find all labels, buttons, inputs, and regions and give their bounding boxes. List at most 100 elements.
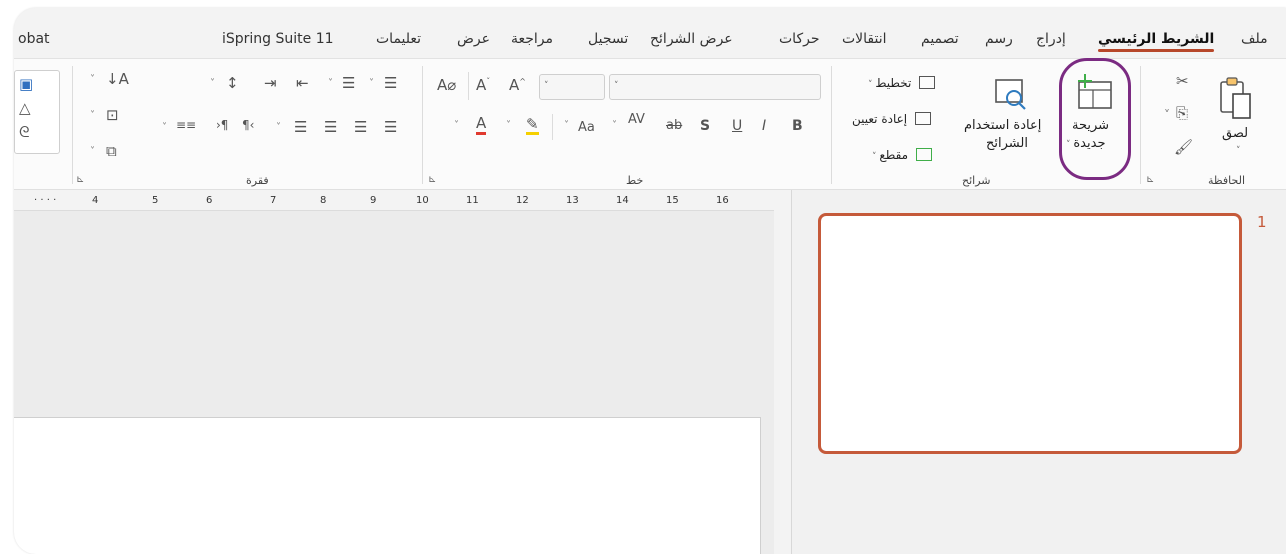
font-color-icon[interactable]: A — [476, 114, 487, 135]
paste-dropdown-chevron-icon[interactable]: ˅ — [1236, 146, 1241, 156]
font-name-chevron-icon: ˅ — [614, 81, 619, 91]
reuse-slides-button[interactable] — [992, 76, 1030, 116]
new-slide-highlight-ring — [1059, 58, 1131, 180]
tab-design[interactable]: تصميم — [921, 30, 959, 48]
cut-icon[interactable]: ✂ — [1176, 72, 1189, 90]
bold-icon[interactable]: B — [792, 118, 803, 134]
horizontal-ruler: 16 15 14 13 12 11 10 9 8 7 6 5 4 · · · · — [14, 190, 774, 211]
increase-font-size-icon[interactable]: A^ — [509, 76, 526, 94]
tab-animations[interactable]: حركات — [779, 30, 820, 48]
numbering-chevron-icon[interactable]: ˅ — [328, 78, 333, 89]
group-separator — [831, 66, 832, 184]
tab-acrobat[interactable]: obat — [18, 30, 50, 48]
tab-slide-show[interactable]: عرض الشرائح — [650, 30, 733, 48]
justify-icon[interactable]: ☰ — [294, 118, 307, 136]
increase-indent-icon[interactable]: ⇥ — [264, 74, 277, 92]
layout-icon — [919, 76, 936, 89]
paragraph-group-label: فقرة — [246, 174, 269, 187]
tab-file[interactable]: ملف — [1241, 30, 1268, 48]
italic-icon[interactable]: I — [762, 118, 766, 134]
highlight-color-icon[interactable]: ✎ — [526, 116, 539, 135]
text-direction-icon[interactable]: ↓A — [106, 70, 129, 88]
change-case-chevron-icon[interactable]: ˅ — [564, 120, 569, 131]
copy-icon[interactable]: ⎘ — [1176, 104, 1188, 122]
bullets-icon[interactable]: ☰ — [384, 74, 397, 92]
reuse-slides-label-line2: الشرائح — [986, 136, 1028, 151]
section-button[interactable]: ˅ مقطع — [872, 144, 933, 162]
character-spacing-icon[interactable]: AV — [628, 112, 645, 127]
freeform-shape-icon: ᘓ — [19, 123, 30, 141]
ruler-tick: 6 — [206, 195, 213, 206]
copy-dropdown-icon[interactable]: ˅ — [1164, 108, 1170, 122]
ruler-tick: 14 — [616, 195, 629, 206]
slide-thumbnail-number: 1 — [1257, 213, 1267, 231]
tab-transitions[interactable]: انتقالات — [842, 30, 887, 48]
layout-button[interactable]: ˅ تخطيط — [868, 72, 936, 90]
font-launcher-icon[interactable]: ⊾ — [428, 174, 436, 185]
reuse-slides-label-line1: إعادة استخدام — [964, 118, 1042, 133]
text-direction-chevron-icon[interactable]: ˅ — [90, 74, 95, 85]
ruler-tick: 11 — [466, 195, 479, 206]
clipboard-launcher-icon[interactable]: ⊾ — [1146, 174, 1154, 185]
tab-view[interactable]: عرض — [457, 30, 490, 48]
highlight-color-chevron-icon[interactable]: ˅ — [506, 120, 511, 131]
align-right-icon[interactable]: ☰ — [324, 118, 337, 136]
group-separator — [72, 66, 73, 184]
ruler-tick: 10 — [416, 195, 429, 206]
group-separator — [468, 72, 469, 100]
text-box-icon: ▣ — [19, 75, 34, 93]
ruler-tick: 4 — [92, 195, 99, 206]
align-left-icon[interactable]: ☰ — [384, 118, 397, 136]
font-color-chevron-icon[interactable]: ˅ — [454, 120, 459, 131]
bullets-chevron-icon[interactable]: ˅ — [369, 78, 374, 89]
shapes-gallery[interactable]: ▣ △ ᘓ — [14, 70, 60, 154]
line-spacing-icon[interactable]: ↕ — [226, 74, 239, 92]
font-group-label: خط — [626, 174, 644, 187]
tab-draw[interactable]: رسم — [985, 30, 1013, 48]
ruler-tick: 8 — [320, 195, 327, 206]
underline-icon[interactable]: U — [732, 118, 742, 134]
paste-icon — [1220, 77, 1251, 119]
character-spacing-chevron-icon[interactable]: ˅ — [612, 120, 617, 131]
ribbon-tab-bar: ملف الشريط الرئيسي إدراج رسم تصميم انتقا… — [14, 8, 1286, 60]
font-name-combo[interactable]: ˅ — [609, 74, 821, 100]
section-icon — [916, 148, 933, 161]
format-painter-icon[interactable]: 🖌 — [1174, 138, 1193, 156]
change-case-icon[interactable]: Aa — [578, 120, 595, 135]
align-center-icon[interactable]: ☰ — [354, 118, 367, 136]
decrease-indent-icon[interactable]: ⇤ — [296, 74, 309, 92]
tab-home[interactable]: الشريط الرئيسي — [1098, 30, 1215, 52]
tab-insert[interactable]: إدراج — [1036, 30, 1066, 48]
ltr-direction-icon[interactable]: ›¶ — [216, 118, 228, 132]
reset-icon — [915, 112, 932, 125]
text-shadow-icon[interactable]: S — [700, 118, 710, 134]
columns-chevron-icon[interactable]: ˅ — [162, 122, 167, 133]
smartart-chevron-icon[interactable]: ˅ — [90, 146, 95, 157]
ruler-tick: 9 — [370, 195, 377, 206]
decrease-font-size-icon[interactable]: Aˇ — [476, 76, 490, 94]
clear-formatting-icon[interactable]: A⌀ — [437, 76, 456, 94]
strikethrough-icon[interactable]: ab — [666, 118, 682, 133]
tab-record[interactable]: تسجيل — [588, 30, 628, 48]
ruler-tick: 13 — [566, 195, 579, 206]
tab-ispring[interactable]: iSpring Suite 11 — [222, 30, 334, 48]
paragraph-launcher-icon[interactable]: ⊾ — [76, 174, 84, 185]
rtl-direction-icon[interactable]: ¶‹ — [242, 118, 254, 132]
group-separator — [422, 66, 423, 184]
numbering-icon[interactable]: ☰ — [342, 74, 355, 92]
current-slide[interactable] — [14, 417, 761, 554]
columns-icon[interactable]: ≡≡ — [176, 118, 196, 132]
reset-button[interactable]: إعادة تعيين — [852, 108, 932, 126]
clipboard-group-label: الحافظة — [1208, 174, 1246, 187]
group-separator — [1140, 66, 1141, 184]
justify-chevron-icon[interactable]: ˅ — [276, 122, 281, 133]
font-size-combo[interactable]: ˅ — [539, 74, 605, 100]
tab-review[interactable]: مراجعة — [511, 30, 553, 48]
reuse-slides-icon — [995, 79, 1026, 110]
tab-help[interactable]: تعليمات — [376, 30, 421, 48]
align-text-chevron-icon[interactable]: ˅ — [90, 110, 95, 121]
slide-thumbnail-1[interactable] — [818, 213, 1242, 454]
line-spacing-chevron-icon[interactable]: ˅ — [210, 78, 215, 89]
align-text-icon[interactable]: ⊡ — [106, 106, 119, 124]
smartart-icon[interactable]: ⧉ — [106, 142, 117, 160]
